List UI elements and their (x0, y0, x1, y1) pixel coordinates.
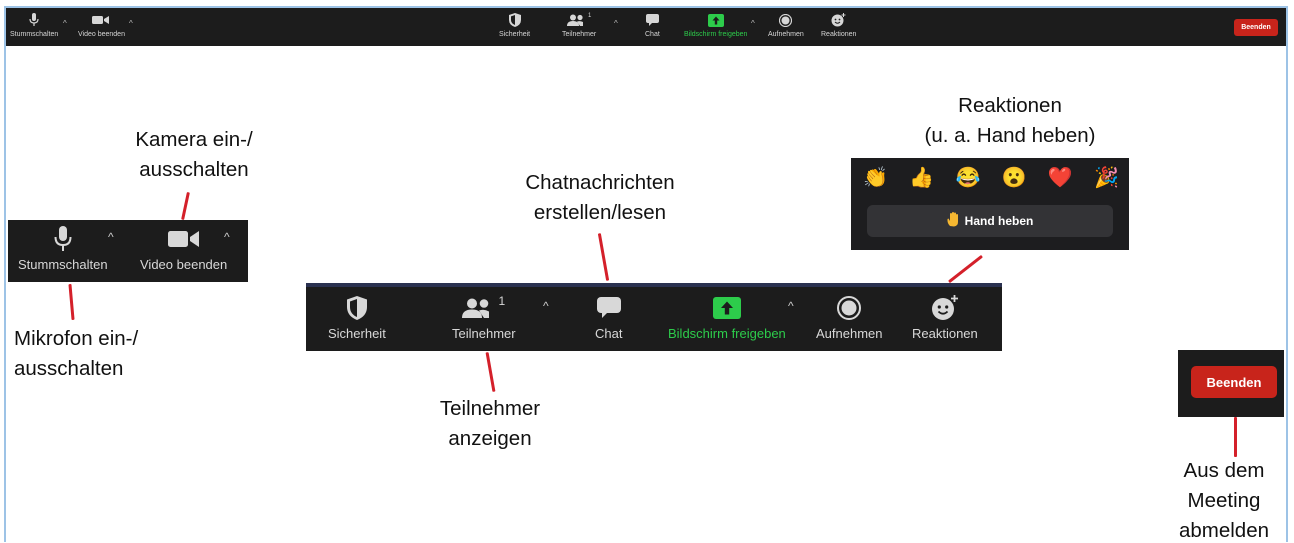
chat-bubble-icon (645, 11, 659, 29)
reactions-label: Reaktionen (821, 31, 857, 38)
share-screen-icon (707, 11, 724, 29)
reactions-button-enlarged[interactable]: Reaktionen (912, 293, 978, 341)
annotation-line: anzeigen (448, 427, 532, 450)
annotation-line: erstellen/lesen (533, 201, 667, 224)
annotation-line: Meeting (1187, 489, 1261, 512)
laughing-emoji-icon[interactable]: 😂 (955, 166, 980, 190)
chat-button-enlarged[interactable]: Chat (595, 293, 622, 341)
record-button[interactable]: Aufnehmen (768, 11, 804, 38)
annotation-line: Mikrofon ein-/ (14, 327, 139, 350)
shield-icon (508, 11, 521, 29)
annotation-line: Chatnachrichten (525, 171, 675, 194)
clap-emoji-icon[interactable]: 👏 (863, 166, 888, 190)
thumbs-up-emoji-icon[interactable]: 👍 (909, 166, 934, 190)
audio-options-chevron-icon[interactable]: ^ (63, 19, 67, 28)
record-button-enlarged[interactable]: Aufnehmen (816, 293, 883, 341)
raise-hand-label: Hand heben (964, 214, 1034, 228)
reactions-annotation: Reaktionen (u. a. Hand heben) (900, 91, 1120, 151)
video-label: Video beenden (78, 31, 125, 38)
participants-count: 1 (498, 294, 506, 308)
security-label: Sicherheit (499, 31, 531, 38)
share-screen-button[interactable]: Bildschirm freigeben (684, 11, 747, 38)
security-label: Sicherheit (328, 326, 386, 341)
record-label: Aufnehmen (816, 326, 883, 341)
video-camera-icon (92, 11, 110, 29)
participants-button[interactable]: 1 Teilnehmer (562, 11, 596, 38)
security-button[interactable]: Sicherheit (499, 11, 530, 38)
party-popper-emoji-icon[interactable]: 🎉 (1094, 166, 1119, 190)
annotation-line: Kamera ein-/ (135, 128, 253, 151)
record-icon (779, 11, 793, 29)
reactions-label: Reaktionen (912, 326, 978, 341)
audio-video-controls-zoom: Stummschalten ^ Video beenden ^ (8, 220, 248, 282)
reactions-button[interactable]: Reaktionen (821, 11, 856, 38)
stop-video-button-enlarged[interactable]: Video beenden (140, 224, 227, 272)
video-options-chevron-icon[interactable]: ^ (224, 230, 230, 244)
video-options-chevron-icon[interactable]: ^ (129, 19, 133, 28)
annotation-line: (u. a. Hand heben) (924, 124, 1096, 147)
participants-button-enlarged[interactable]: 1 Teilnehmer (452, 293, 516, 341)
chat-annotation: Chatnachrichten erstellen/lesen (500, 168, 700, 228)
end-meeting-zoom: Beenden (1178, 350, 1284, 417)
end-meeting-button[interactable]: Beenden (1234, 19, 1278, 36)
record-icon (837, 293, 862, 323)
chat-bubble-icon (596, 293, 621, 323)
raise-hand-button[interactable]: Hand heben (867, 205, 1113, 237)
participants-label: Teilnehmer (452, 326, 516, 341)
audio-options-chevron-icon[interactable]: ^ (108, 230, 114, 244)
annotation-line: ausschalten (139, 158, 249, 181)
share-options-chevron-icon[interactable]: ^ (788, 299, 794, 313)
end-meeting-button-enlarged[interactable]: Beenden (1191, 366, 1277, 398)
participants-label: Teilnehmer (562, 31, 597, 38)
annotation-line: ausschalten (14, 357, 124, 380)
share-screen-label: Bildschirm freigeben (684, 31, 748, 38)
smiley-plus-icon (931, 293, 959, 323)
meeting-toolbar: Stummschalten ^ Video beenden ^ Sicherhe… (6, 8, 1286, 46)
leave-annotation: Aus dem Meeting abmelden (1164, 456, 1284, 543)
heart-emoji-icon[interactable]: ❤️ (1048, 166, 1073, 190)
chat-label: Chat (595, 326, 623, 341)
microphone-icon (29, 11, 39, 29)
record-label: Aufnehmen (768, 31, 804, 38)
stop-video-button[interactable]: Video beenden (78, 11, 125, 38)
smiley-plus-icon (831, 11, 846, 29)
video-label: Video beenden (140, 257, 228, 272)
share-screen-label: Bildschirm freigeben (668, 326, 786, 341)
annotation-line: abmelden (1178, 519, 1270, 542)
emoji-row: 👏 👍 😂 😮 ❤️ 🎉 (863, 166, 1119, 190)
annotation-line: Aus dem (1183, 459, 1265, 482)
participants-options-chevron-icon[interactable]: ^ (543, 299, 549, 313)
camera-annotation: Kamera ein-/ ausschalten (118, 125, 270, 185)
chat-label: Chat (645, 31, 660, 38)
mute-button-enlarged[interactable]: Stummschalten (18, 224, 108, 272)
share-screen-icon (712, 293, 741, 323)
microphone-icon (54, 224, 72, 254)
chat-button[interactable]: Chat (645, 11, 660, 38)
participants-icon: 1 (566, 11, 592, 29)
mute-button[interactable]: Stummschalten (10, 11, 58, 38)
participants-count: 1 (587, 13, 592, 19)
annotation-line: Teilnehmer (439, 397, 541, 420)
video-camera-icon (167, 224, 200, 254)
mute-label: Stummschalten (10, 31, 59, 38)
shield-icon (346, 293, 367, 323)
security-button-enlarged[interactable]: Sicherheit (328, 293, 386, 341)
participants-icon: 1 (462, 293, 505, 323)
microphone-annotation: Mikrofon ein-/ ausschalten (14, 324, 138, 384)
meeting-controls-zoom: Sicherheit 1 Teilnehmer ^ Chat Bildschir… (306, 283, 1002, 351)
mute-label: Stummschalten (18, 257, 108, 272)
participants-options-chevron-icon[interactable]: ^ (614, 19, 618, 28)
reactions-popup: 👏 👍 😂 😮 ❤️ 🎉 Hand heben (851, 158, 1129, 250)
participants-annotation: Teilnehmer anzeigen (420, 394, 560, 454)
leave-pointer (1234, 417, 1237, 457)
share-options-chevron-icon[interactable]: ^ (751, 19, 755, 28)
annotation-line: Reaktionen (958, 94, 1062, 117)
raised-hand-icon (947, 212, 959, 230)
share-screen-button-enlarged[interactable]: Bildschirm freigeben (668, 293, 786, 341)
surprised-emoji-icon[interactable]: 😮 (1002, 166, 1027, 190)
